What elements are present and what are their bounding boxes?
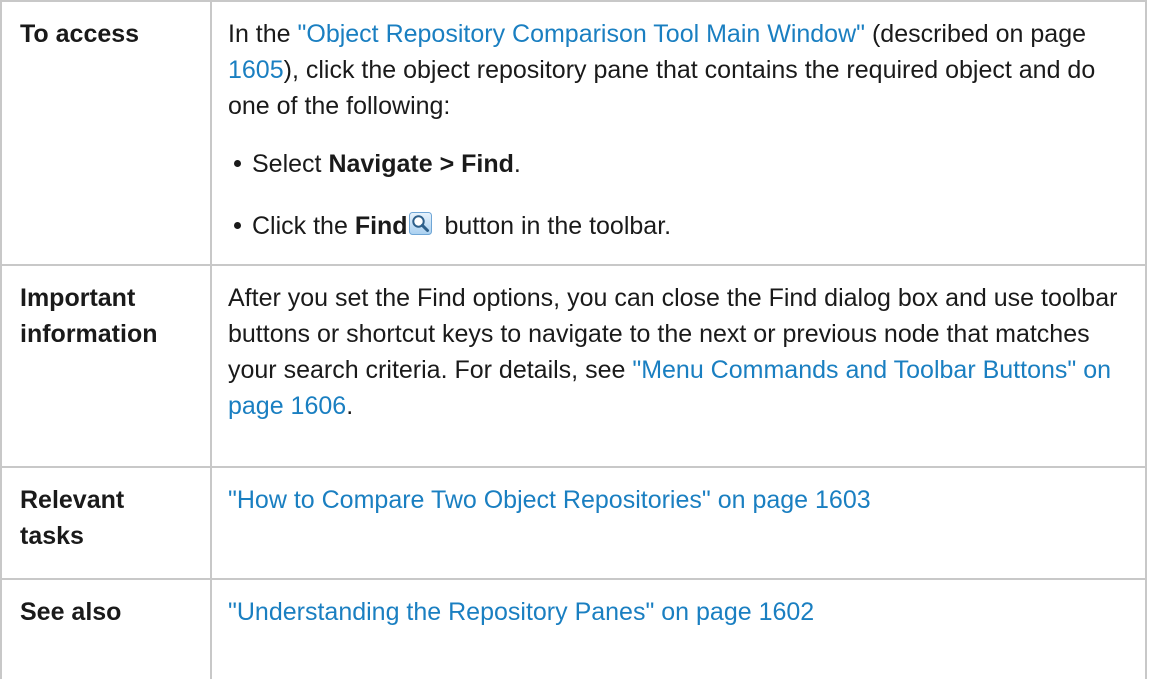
row-label-see-also: See also — [0, 578, 212, 679]
navigate-find-command: Navigate > Find — [328, 150, 514, 178]
list-item-find-button: Click the Find button in the toolbar. — [228, 208, 1131, 244]
magnifier-icon — [408, 209, 432, 235]
table-row-important-information: Important information After you set the … — [0, 264, 1147, 468]
important-suffix: . — [346, 392, 354, 420]
repository-panes-link[interactable]: "Understanding the Repository Panes" on … — [228, 598, 814, 626]
bullet1-prefix: Select — [252, 150, 329, 178]
bullet-dot — [234, 222, 241, 229]
page-1605-link[interactable]: 1605 — [228, 56, 284, 84]
bullet2-suffix: button in the toolbar. — [437, 212, 672, 240]
label-line: Relevant — [20, 486, 125, 514]
access-intro: In the "Object Repository Comparison Too… — [228, 16, 1131, 124]
info-table: To access In the "Object Repository Comp… — [0, 0, 1147, 679]
row-label-relevant-tasks: Relevant tasks — [0, 466, 212, 580]
row-content-see-also: "Understanding the Repository Panes" on … — [210, 578, 1147, 679]
access-options-list: Select Navigate > Find. Click the Find b… — [228, 146, 1131, 244]
find-command: Find — [354, 212, 408, 240]
page: To access In the "Object Repository Comp… — [0, 0, 1167, 679]
row-content-relevant-tasks: "How to Compare Two Object Repositories"… — [210, 466, 1147, 580]
table-row-see-also: See also "Understanding the Repository P… — [0, 578, 1147, 679]
label-line: information — [20, 320, 158, 348]
table-row-to-access: To access In the "Object Repository Comp… — [0, 0, 1147, 266]
row-content-important-information: After you set the Find options, you can … — [210, 264, 1147, 468]
access-intro-mid: (described on page — [865, 20, 1087, 48]
access-intro-prefix: In the — [228, 20, 298, 48]
label-line: tasks — [20, 522, 84, 550]
row-label-to-access: To access — [0, 0, 212, 266]
bullet1-suffix: . — [513, 150, 521, 178]
row-label-important-information: Important information — [0, 264, 212, 468]
compare-repositories-link[interactable]: "How to Compare Two Object Repositories"… — [228, 486, 871, 514]
list-item-navigate-find: Select Navigate > Find. — [228, 146, 1131, 182]
access-intro-suffix: ), click the object repository pane that… — [228, 56, 1096, 120]
bullet-dot — [234, 160, 241, 167]
important-text: After you set the Find options, you can … — [228, 280, 1131, 424]
label-line: Important — [20, 284, 136, 312]
label-text: See also — [20, 598, 122, 626]
table-row-relevant-tasks: Relevant tasks "How to Compare Two Objec… — [0, 466, 1147, 580]
row-content-to-access: In the "Object Repository Comparison Too… — [210, 0, 1147, 266]
bullet2-prefix: Click the — [252, 212, 355, 240]
main-window-link[interactable]: "Object Repository Comparison Tool Main … — [298, 20, 866, 48]
label-text: To access — [20, 20, 140, 48]
